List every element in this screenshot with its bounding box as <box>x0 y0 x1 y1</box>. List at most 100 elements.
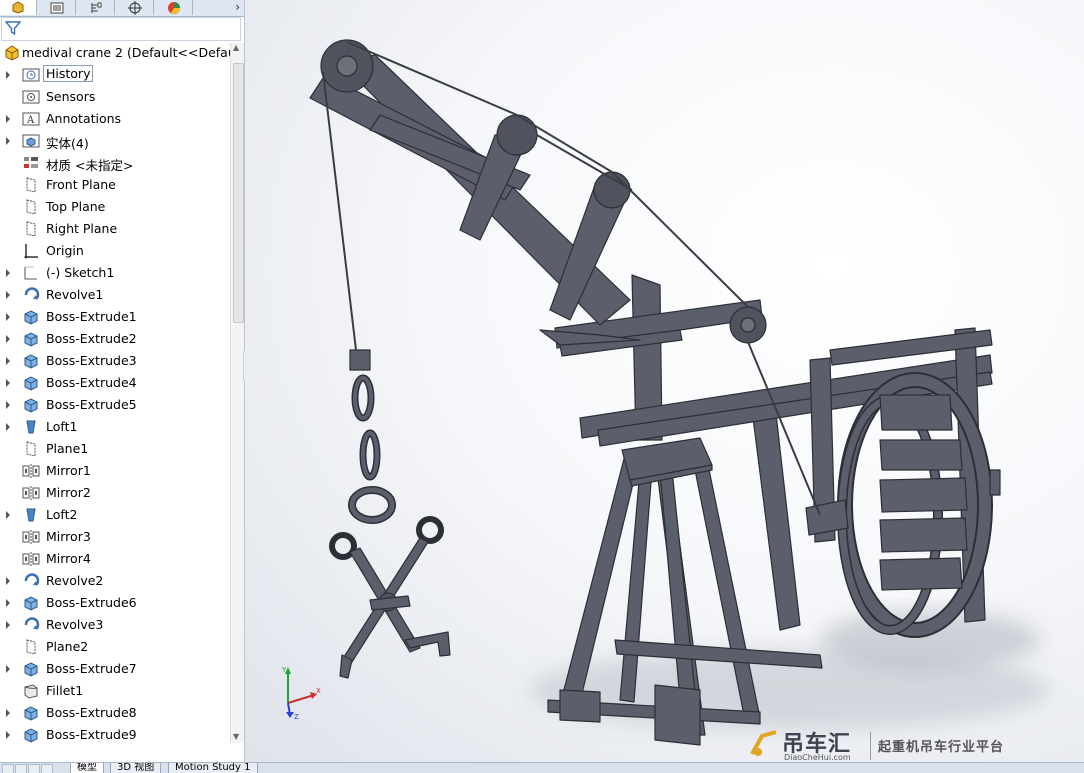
tree-item[interactable]: Fillet1 <box>0 680 230 702</box>
tree-item[interactable]: Loft1 <box>0 416 230 438</box>
feature-manager-panel: › medival crane 2 (Default<<Default Hist… <box>0 0 245 762</box>
tree-item[interactable]: Boss-Extrude4 <box>0 372 230 394</box>
tree-item-label: Boss-Extrude4 <box>46 375 137 390</box>
tree-item[interactable]: Boss-Extrude7 <box>0 658 230 680</box>
expand-arrow-icon[interactable] <box>6 511 10 519</box>
history-folder-icon <box>22 66 40 84</box>
expand-arrow-icon[interactable] <box>6 335 10 343</box>
crane-model[interactable] <box>245 0 1084 762</box>
mirror-icon <box>22 462 40 480</box>
tree-item[interactable]: Mirror3 <box>0 526 230 548</box>
tree-item[interactable]: Mirror4 <box>0 548 230 570</box>
tree-item-label: (-) Sketch1 <box>46 265 115 280</box>
tree-item[interactable]: Boss-Extrude2 <box>0 328 230 350</box>
tree-root-label: medival crane 2 (Default<<Default <box>22 45 244 60</box>
tree-scrollbar[interactable]: ▲ ▼ <box>230 43 244 743</box>
expand-arrow-icon[interactable] <box>6 115 10 123</box>
expand-arrow-icon[interactable] <box>6 137 10 145</box>
tree-item[interactable]: Boss-Extrude9 <box>0 724 230 744</box>
loft-icon <box>22 506 40 524</box>
tree-item[interactable]: Boss-Extrude5 <box>0 394 230 416</box>
mirror-icon <box>22 528 40 546</box>
tree-item-label: Front Plane <box>46 177 116 192</box>
tree-item[interactable]: Boss-Extrude6 <box>0 592 230 614</box>
tree-item[interactable]: Front Plane <box>0 174 230 196</box>
configuration-manager-tab[interactable] <box>78 0 115 15</box>
tree-item[interactable]: Origin <box>0 240 230 262</box>
expand-arrow-icon[interactable] <box>6 357 10 365</box>
tree-item[interactable]: Revolve2 <box>0 570 230 592</box>
tree-item[interactable]: Plane2 <box>0 636 230 658</box>
tree-item[interactable]: Revolve3 <box>0 614 230 636</box>
expand-arrow-icon[interactable] <box>6 269 10 277</box>
tree-item-label: Loft1 <box>46 419 78 434</box>
sketch-icon <box>22 264 40 282</box>
tree-item[interactable]: 实体(4) <box>0 130 230 152</box>
tree-item-label: Origin <box>46 243 84 258</box>
tree-item[interactable]: Mirror2 <box>0 482 230 504</box>
tree-root-part[interactable]: medival crane 2 (Default<<Default <box>0 43 244 63</box>
extrude-icon <box>22 308 40 326</box>
tree-item[interactable]: Revolve1 <box>0 284 230 306</box>
tree-item[interactable]: Plane1 <box>0 438 230 460</box>
tree-item[interactable]: A Annotations <box>0 108 230 130</box>
tree-item-label: Revolve3 <box>46 617 104 632</box>
feature-manager-tab[interactable] <box>0 0 37 15</box>
expand-arrow-icon[interactable] <box>6 709 10 717</box>
more-tabs-chevron-icon[interactable]: › <box>235 0 240 15</box>
tree-item[interactable]: History <box>0 64 230 86</box>
tree-item-label: Boss-Extrude5 <box>46 397 137 412</box>
sensors-icon <box>22 88 40 106</box>
tree-filter[interactable] <box>1 17 241 41</box>
expand-arrow-icon[interactable] <box>6 599 10 607</box>
tree-item[interactable]: Right Plane <box>0 218 230 240</box>
tree-item[interactable]: Mirror1 <box>0 460 230 482</box>
graphics-area[interactable]: Y X Z <box>245 0 1084 762</box>
expand-arrow-icon[interactable] <box>6 665 10 673</box>
feature-tree: History Sensors A Annotations 实体(4) 材质 <未指定> F… <box>0 64 230 744</box>
tree-item-label: Boss-Extrude3 <box>46 353 137 368</box>
expand-arrow-icon[interactable] <box>6 423 10 431</box>
expand-arrow-icon[interactable] <box>6 577 10 585</box>
triad-z-label: Z <box>294 713 299 721</box>
tree-item[interactable]: 材质 <未指定> <box>0 152 230 174</box>
tree-item-label: Boss-Extrude6 <box>46 595 137 610</box>
tree-item-label: Loft2 <box>46 507 78 522</box>
tree-item-label: Mirror1 <box>46 463 91 478</box>
scrollbar-thumb[interactable] <box>233 63 244 323</box>
scroll-down-icon[interactable]: ▼ <box>233 732 239 741</box>
expand-arrow-icon[interactable] <box>6 401 10 409</box>
tree-item-label: History <box>43 65 94 82</box>
funnel-icon <box>5 21 21 36</box>
svg-text:A: A <box>26 115 35 126</box>
dimxpert-tab[interactable] <box>117 0 154 15</box>
expand-arrow-icon[interactable] <box>6 71 10 79</box>
scroll-up-icon[interactable]: ▲ <box>233 43 239 52</box>
configuration-manager-icon <box>91 2 102 13</box>
expand-arrow-icon[interactable] <box>6 731 10 739</box>
expand-arrow-icon[interactable] <box>6 379 10 387</box>
expand-arrow-icon[interactable] <box>6 313 10 321</box>
triad-x-label: X <box>316 687 321 695</box>
plane-icon <box>22 638 40 656</box>
tree-item[interactable]: Loft2 <box>0 504 230 526</box>
tree-item[interactable]: Sensors <box>0 86 230 108</box>
display-manager-tab[interactable] <box>156 0 193 15</box>
tree-item-label: Fillet1 <box>46 683 84 698</box>
extrude-icon <box>22 374 40 392</box>
expand-arrow-icon[interactable] <box>6 621 10 629</box>
watermark-slogan: 起重机吊车行业平台 <box>878 740 1005 755</box>
tree-item[interactable]: Boss-Extrude3 <box>0 350 230 372</box>
tree-item[interactable]: (-) Sketch1 <box>0 262 230 284</box>
plane-icon <box>22 198 40 216</box>
property-manager-icon <box>50 2 64 13</box>
tree-item[interactable]: Boss-Extrude8 <box>0 702 230 724</box>
tree-item[interactable]: Boss-Extrude1 <box>0 306 230 328</box>
revolve-icon <box>22 286 40 304</box>
origin-icon <box>22 242 40 260</box>
property-manager-tab[interactable] <box>39 0 76 15</box>
watermark-domain: DiaoCheHui.com <box>784 753 851 762</box>
tree-item-label: Plane2 <box>46 639 89 654</box>
tree-item[interactable]: Top Plane <box>0 196 230 218</box>
expand-arrow-icon[interactable] <box>6 291 10 299</box>
